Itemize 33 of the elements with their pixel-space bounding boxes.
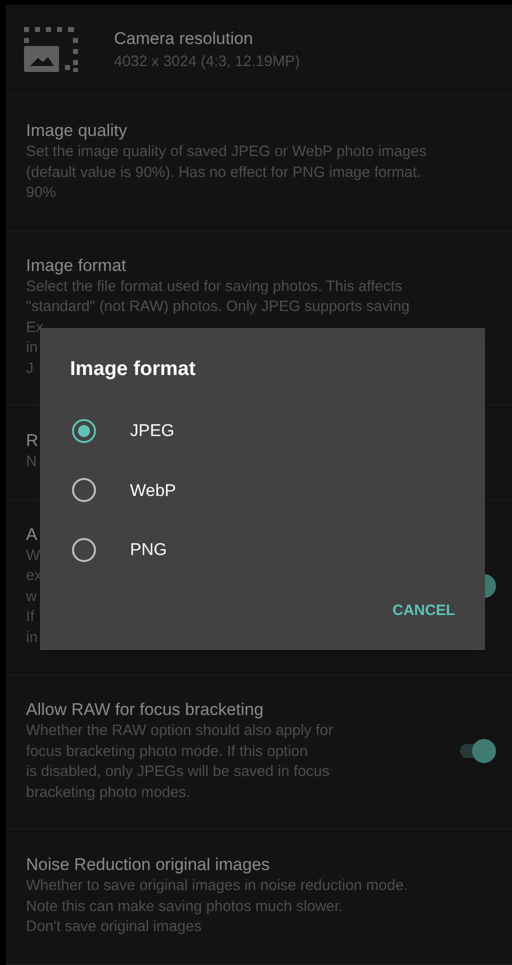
setting-summary-line: Set the image quality of saved JPEG or WebP photo images [26,142,427,162]
setting-title: Camera resolution [114,28,254,50]
image-resolution-icon [24,27,80,73]
setting-summary-line: is disabled, only JPEGs will be saved in focus [26,762,330,782]
setting-summary-line: in [26,628,38,648]
setting-summary-line: If [26,607,34,627]
setting-summary-line: Whether the RAW option should also apply for [26,721,334,741]
setting-summary-line: w [26,586,37,606]
setting-summary-line: focus bracketing photo mode. If this option [26,742,308,762]
setting-title: Noise Reduction original images [26,854,271,876]
setting-summary-line: bracketing photo modes. [26,782,190,802]
setting-summary-line: "standard" (not RAW) photos. Only JPEG supports saving [26,297,410,317]
setting-summary-line: 4032 x 3024 (4:3, 12.19MP) [114,52,300,72]
radio-option[interactable]: JPEG [40,401,485,460]
setting-summary-line: Whether to save original images in noise reduction mode. [26,876,408,896]
setting-summary-line: N [26,452,37,472]
setting-summary-line: Don't save original images [26,917,202,937]
setting-summary-line: 90% [26,183,56,203]
setting-title: Allow RAW for focus bracketing [26,699,264,721]
setting-summary-line: J [26,358,34,378]
radio-option[interactable]: WebP [40,460,485,520]
setting-summary-line: Select the file format used for saving photos. This affects [26,276,402,296]
setting-title: Image quality [26,120,128,142]
radio-option[interactable]: PNG [40,520,485,580]
setting-summary-line: in [26,338,38,358]
setting-title: A [26,524,38,546]
setting-summary-line: (default value is 90%). Has no effect for PNG image format. [26,162,421,182]
setting-summary-line: Note this can make saving photos much slower. [26,896,343,916]
dialog-title: Image format [70,357,196,381]
setting-title: Image format [26,254,128,276]
cancel-button[interactable]: CANCEL [384,592,463,630]
setting-title: R [26,430,38,452]
setting-summary-line: W [26,546,40,566]
